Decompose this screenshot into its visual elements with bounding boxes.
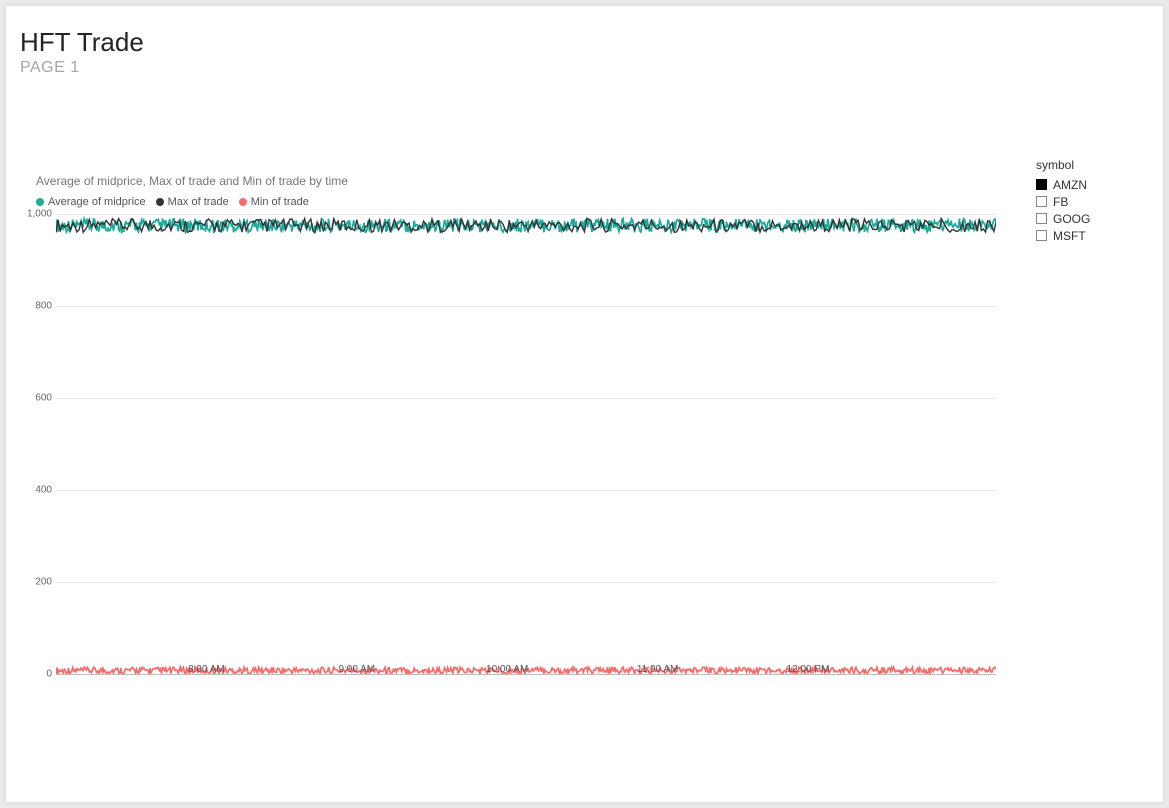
chart-title: Average of midprice, Max of trade and Mi… <box>36 174 996 188</box>
page-subtitle: PAGE 1 <box>20 59 144 77</box>
x-tick-label: 11:00 AM <box>637 664 679 675</box>
title-block: HFT Trade PAGE 1 <box>20 28 144 77</box>
checkbox-icon[interactable] <box>1036 213 1047 224</box>
legend-dot-icon <box>156 198 164 206</box>
slicer-item-label: GOOG <box>1053 212 1090 226</box>
line-chart-visual[interactable]: Average of midprice, Max of trade and Mi… <box>36 174 996 674</box>
report-canvas: HFT Trade PAGE 1 Average of midprice, Ma… <box>6 6 1163 802</box>
legend-dot-icon <box>36 198 44 206</box>
y-tick-label: 0 <box>46 669 52 680</box>
slicer-title: symbol <box>1036 158 1146 172</box>
legend-item-avg-midprice[interactable]: Average of midprice <box>36 196 146 208</box>
legend-label: Min of trade <box>251 196 309 208</box>
y-tick-label: 1,000 <box>27 209 52 220</box>
slicer-item-label: AMZN <box>1053 178 1087 192</box>
symbol-slicer[interactable]: symbol AMZN FB GOOG MSFT <box>1036 158 1146 244</box>
slicer-item-goog[interactable]: GOOG <box>1036 210 1146 227</box>
y-tick-label: 200 <box>35 577 52 588</box>
legend-item-min-trade[interactable]: Min of trade <box>239 196 309 208</box>
checkbox-icon[interactable] <box>1036 179 1047 190</box>
slicer-item-label: MSFT <box>1053 229 1086 243</box>
checkbox-icon[interactable] <box>1036 196 1047 207</box>
slicer-item-amzn[interactable]: AMZN <box>1036 176 1146 193</box>
y-tick-label: 600 <box>35 393 52 404</box>
chart-svg <box>56 214 996 674</box>
y-tick-label: 400 <box>35 485 52 496</box>
plot-area[interactable]: 1,000 800 600 400 200 0 <box>56 214 996 674</box>
y-tick-label: 800 <box>35 301 52 312</box>
x-tick-label: 9:00 AM <box>338 664 375 675</box>
y-axis: 1,000 800 600 400 200 0 <box>26 214 56 674</box>
slicer-item-fb[interactable]: FB <box>1036 193 1146 210</box>
legend-dot-icon <box>239 198 247 206</box>
slicer-item-label: FB <box>1053 195 1068 209</box>
x-tick-label: 12:00 PM <box>787 664 830 675</box>
x-tick-label: 8:00 AM <box>188 664 225 675</box>
slicer-item-msft[interactable]: MSFT <box>1036 227 1146 244</box>
legend-label: Max of trade <box>168 196 229 208</box>
page-title: HFT Trade <box>20 28 144 57</box>
chart-legend: Average of midprice Max of trade Min of … <box>36 196 996 208</box>
legend-item-max-trade[interactable]: Max of trade <box>156 196 229 208</box>
x-tick-label: 10:00 AM <box>486 664 528 675</box>
legend-label: Average of midprice <box>48 196 146 208</box>
checkbox-icon[interactable] <box>1036 230 1047 241</box>
